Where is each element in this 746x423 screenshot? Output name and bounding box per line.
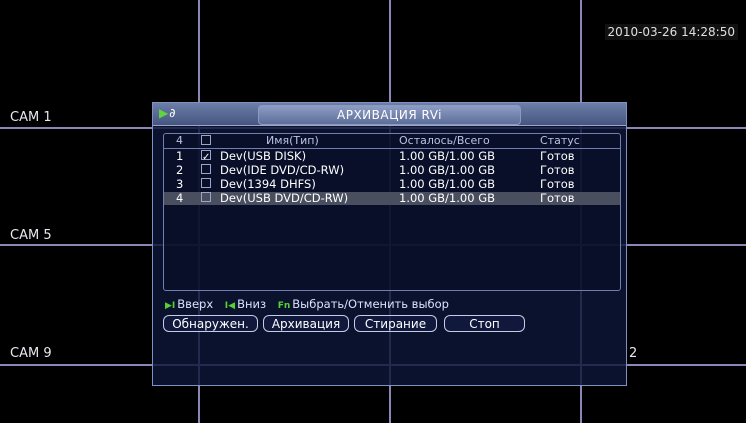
device-status: Готов bbox=[540, 149, 575, 163]
dialog-title: АРХИВАЦИЯ RVi bbox=[258, 105, 521, 125]
key-hints: ▶I Вверх I◀ Вниз Fn Выбрать/Отменить выбор bbox=[165, 297, 457, 311]
table-row[interactable]: 1 ✓ Dev(USB DISK) 1.00 GB/1.00 GB Готов bbox=[164, 149, 620, 164]
device-capacity: 1.00 GB/1.00 GB bbox=[399, 177, 495, 191]
table-row[interactable]: 3 Dev(1394 DHFS) 1.00 GB/1.00 GB Готов bbox=[164, 178, 620, 191]
device-name: Dev(USB DVD/CD-RW) bbox=[220, 191, 349, 205]
list-header: 4 Имя(Тип) Осталось/Всего Статус bbox=[164, 134, 620, 149]
cam-label-partial: 2 bbox=[629, 346, 638, 361]
header-count: 4 bbox=[176, 134, 183, 147]
hint-select: Выбрать/Отменить выбор bbox=[292, 297, 449, 311]
device-name: Dev(IDE DVD/CD-RW) bbox=[220, 163, 345, 177]
fn-key-icon: Fn bbox=[277, 301, 291, 311]
play-icon: ▶ bbox=[159, 106, 169, 120]
title-icons: ▶∂ bbox=[159, 106, 175, 120]
detect-button[interactable]: Обнаружен. bbox=[163, 315, 258, 332]
device-capacity: 1.00 GB/1.00 GB bbox=[399, 163, 495, 177]
device-status: Готов bbox=[540, 163, 575, 177]
device-capacity: 1.00 GB/1.00 GB bbox=[399, 149, 495, 163]
erase-button[interactable]: Стирание bbox=[354, 315, 437, 332]
hint-up: Вверх bbox=[177, 297, 214, 311]
header-status: Статус bbox=[540, 134, 580, 147]
device-status: Готов bbox=[540, 177, 575, 191]
table-row-selected[interactable]: 4 Dev(USB DVD/CD-RW) 1.00 GB/1.00 GB Гот… bbox=[164, 192, 620, 205]
cam-label-1: CAM 1 bbox=[10, 110, 52, 125]
stop-button[interactable]: Стоп bbox=[444, 315, 525, 332]
device-capacity: 1.00 GB/1.00 GB bbox=[399, 191, 495, 205]
row-checkbox[interactable] bbox=[201, 192, 211, 202]
device-name: Dev(USB DISK) bbox=[220, 149, 307, 163]
down-key-icon: I◀ bbox=[224, 301, 236, 311]
backup-button[interactable]: Архивация bbox=[263, 315, 349, 332]
timestamp: 2010-03-26 14:28:50 bbox=[604, 24, 738, 40]
device-list[interactable]: 4 Имя(Тип) Осталось/Всего Статус 1 ✓ Dev… bbox=[163, 133, 621, 291]
backup-dialog: ▶∂ АРХИВАЦИЯ RVi 4 Имя(Тип) Осталось/Все… bbox=[152, 102, 627, 386]
hint-down: Вниз bbox=[237, 297, 267, 311]
row-number: 1 bbox=[176, 149, 184, 163]
up-key-icon: ▶I bbox=[165, 301, 176, 311]
select-all-checkbox[interactable] bbox=[201, 135, 211, 145]
row-checkbox[interactable] bbox=[201, 178, 211, 188]
header-name: Имя(Тип) bbox=[266, 134, 319, 147]
row-checkbox[interactable] bbox=[201, 164, 211, 174]
row-number: 3 bbox=[176, 177, 184, 191]
table-row[interactable]: 2 Dev(IDE DVD/CD-RW) 1.00 GB/1.00 GB Гот… bbox=[164, 164, 620, 177]
device-name: Dev(1394 DHFS) bbox=[220, 177, 316, 191]
header-size: Осталось/Всего bbox=[399, 134, 490, 147]
row-number: 4 bbox=[176, 191, 184, 205]
cam-label-9: CAM 9 bbox=[10, 346, 52, 361]
pencil-icon: ∂ bbox=[169, 106, 176, 120]
cam-label-5: CAM 5 bbox=[10, 228, 52, 243]
row-number: 2 bbox=[176, 163, 184, 177]
dialog-title-bar[interactable]: ▶∂ АРХИВАЦИЯ RVi bbox=[153, 103, 626, 126]
row-checkbox[interactable]: ✓ bbox=[201, 150, 211, 163]
device-status: Готов bbox=[540, 191, 575, 205]
